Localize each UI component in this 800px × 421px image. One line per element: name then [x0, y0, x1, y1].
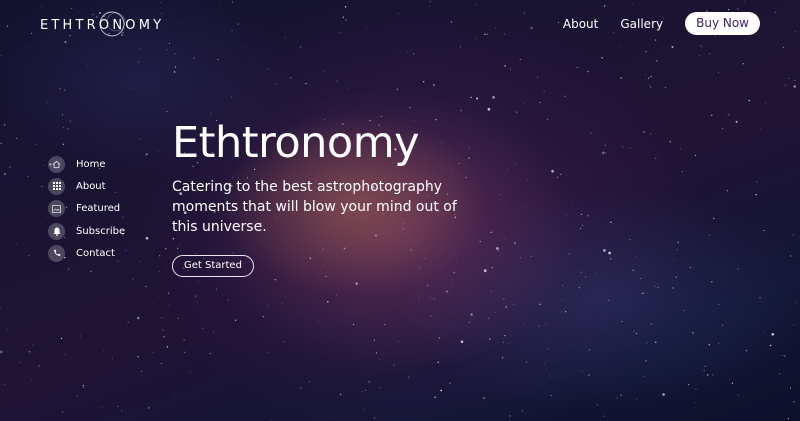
side-item-label: Contact [76, 247, 115, 259]
side-item-label: About [76, 180, 106, 192]
side-item-home[interactable]: Home [48, 153, 125, 175]
get-started-button[interactable]: Get Started [172, 255, 254, 277]
hero-subtitle: Catering to the best astrophotography mo… [172, 179, 457, 235]
logo-text: ETHTRONOMY [40, 17, 165, 33]
brand-logo[interactable]: ETHTRONOMY [40, 10, 164, 40]
hero-title: Ethtronomy [172, 118, 420, 168]
side-item-subscribe[interactable]: Subscribe [48, 220, 125, 242]
side-item-label: Home [76, 158, 106, 170]
side-item-label: Featured [76, 203, 121, 215]
buy-now-button[interactable]: Buy Now [685, 12, 760, 35]
grid-icon [48, 177, 65, 195]
side-item-about[interactable]: About [48, 175, 125, 197]
gallery-icon [48, 200, 65, 218]
home-icon [48, 155, 65, 173]
nav-link-about[interactable]: About [563, 17, 598, 31]
nav-link-gallery[interactable]: Gallery [620, 17, 663, 31]
top-nav: About Gallery Buy Now [563, 12, 760, 35]
side-nav: Home About Featured Subscribe Contact [48, 153, 125, 264]
bell-icon [48, 222, 65, 240]
side-item-featured[interactable]: Featured [48, 198, 125, 220]
side-item-label: Subscribe [76, 225, 126, 237]
side-item-contact[interactable]: Contact [48, 242, 125, 264]
phone-icon [48, 244, 65, 262]
